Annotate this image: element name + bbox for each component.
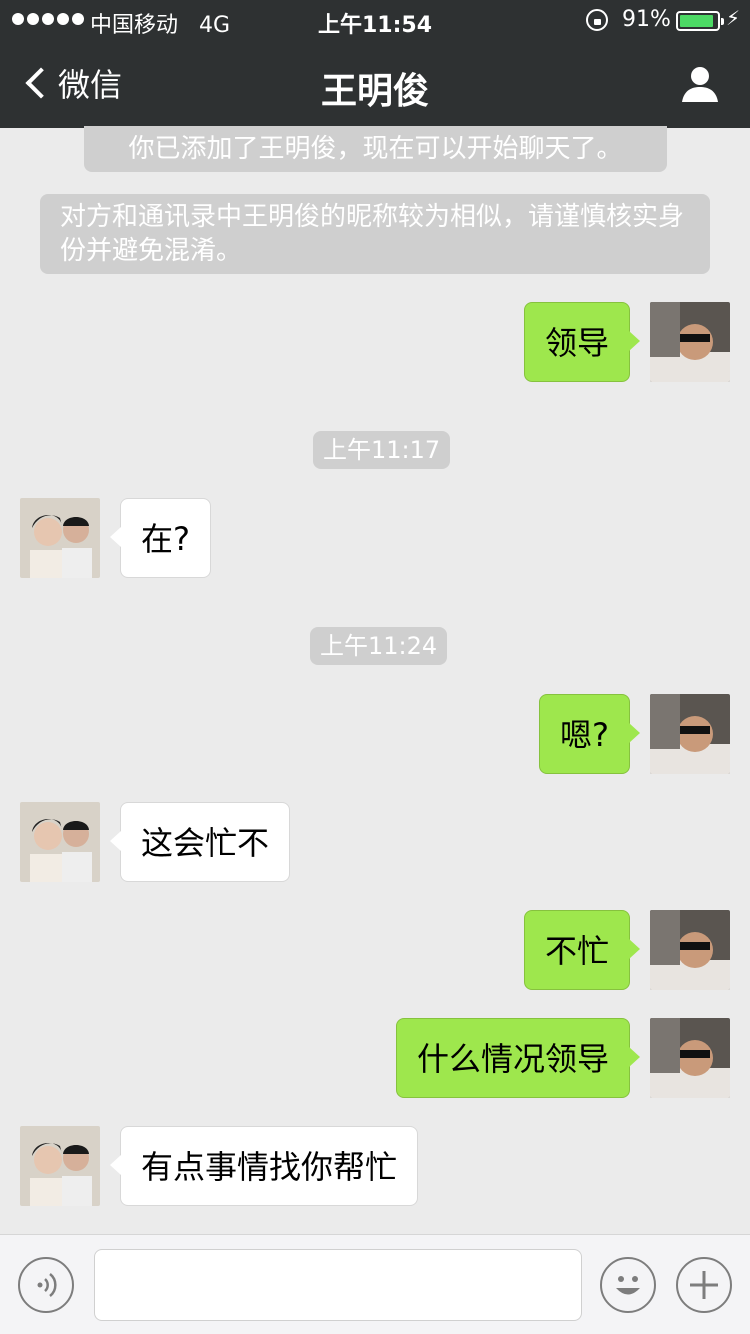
status-bar: 中国移动 4G 上午11:54 91% ⚡ bbox=[0, 0, 750, 40]
input-bar bbox=[0, 1234, 750, 1334]
timestamp: 上午11:24 bbox=[310, 627, 448, 665]
my-message-bubble[interactable]: 什么情况领导 bbox=[395, 1018, 641, 1098]
voice-icon[interactable] bbox=[18, 1257, 74, 1313]
my-avatar[interactable] bbox=[650, 910, 730, 990]
battery-percent: 91% bbox=[622, 7, 671, 32]
system-message: 对方和通讯录中王明俊的昵称较为相似，请谨慎核实身份并避免混淆。 bbox=[40, 194, 710, 274]
system-message: 你已添加了王明俊，现在可以开始聊天了。 bbox=[84, 126, 667, 172]
emoji-icon[interactable] bbox=[600, 1257, 656, 1313]
chat-title: 王明俊 bbox=[320, 71, 429, 112]
contact-message-bubble[interactable]: 有点事情找你帮忙 bbox=[109, 1126, 419, 1206]
timestamp: 上午11:17 bbox=[313, 431, 451, 469]
contact-avatar[interactable] bbox=[20, 498, 100, 578]
my-avatar[interactable] bbox=[650, 694, 730, 774]
charging-icon: ⚡ bbox=[726, 6, 741, 30]
contact-message-bubble[interactable]: 在? bbox=[110, 498, 211, 578]
battery-icon bbox=[676, 11, 724, 31]
my-message-bubble[interactable]: 嗯? bbox=[539, 694, 640, 774]
contact-avatar[interactable] bbox=[20, 1126, 100, 1206]
contact-message-bubble[interactable]: 这会忙不 bbox=[109, 802, 291, 882]
contact-avatar[interactable] bbox=[20, 802, 100, 882]
my-avatar[interactable] bbox=[650, 302, 730, 382]
person-icon[interactable] bbox=[680, 64, 720, 104]
top-bar: 中国移动 4G 上午11:54 91% ⚡ 微信 王明俊 bbox=[0, 0, 750, 128]
message-input[interactable] bbox=[94, 1249, 582, 1321]
my-avatar[interactable] bbox=[650, 1018, 730, 1098]
plus-icon[interactable] bbox=[676, 1257, 732, 1313]
my-message-bubble[interactable]: 不忙 bbox=[523, 910, 641, 990]
nav-bar: 微信 王明俊 bbox=[0, 40, 750, 128]
my-message-bubble[interactable]: 领导 bbox=[523, 302, 641, 382]
chat-area[interactable]: 你已添加了王明俊，现在可以开始聊天了。 对方和通讯录中王明俊的昵称较为相似，请谨… bbox=[0, 126, 750, 1234]
orientation-lock-icon bbox=[586, 9, 608, 31]
